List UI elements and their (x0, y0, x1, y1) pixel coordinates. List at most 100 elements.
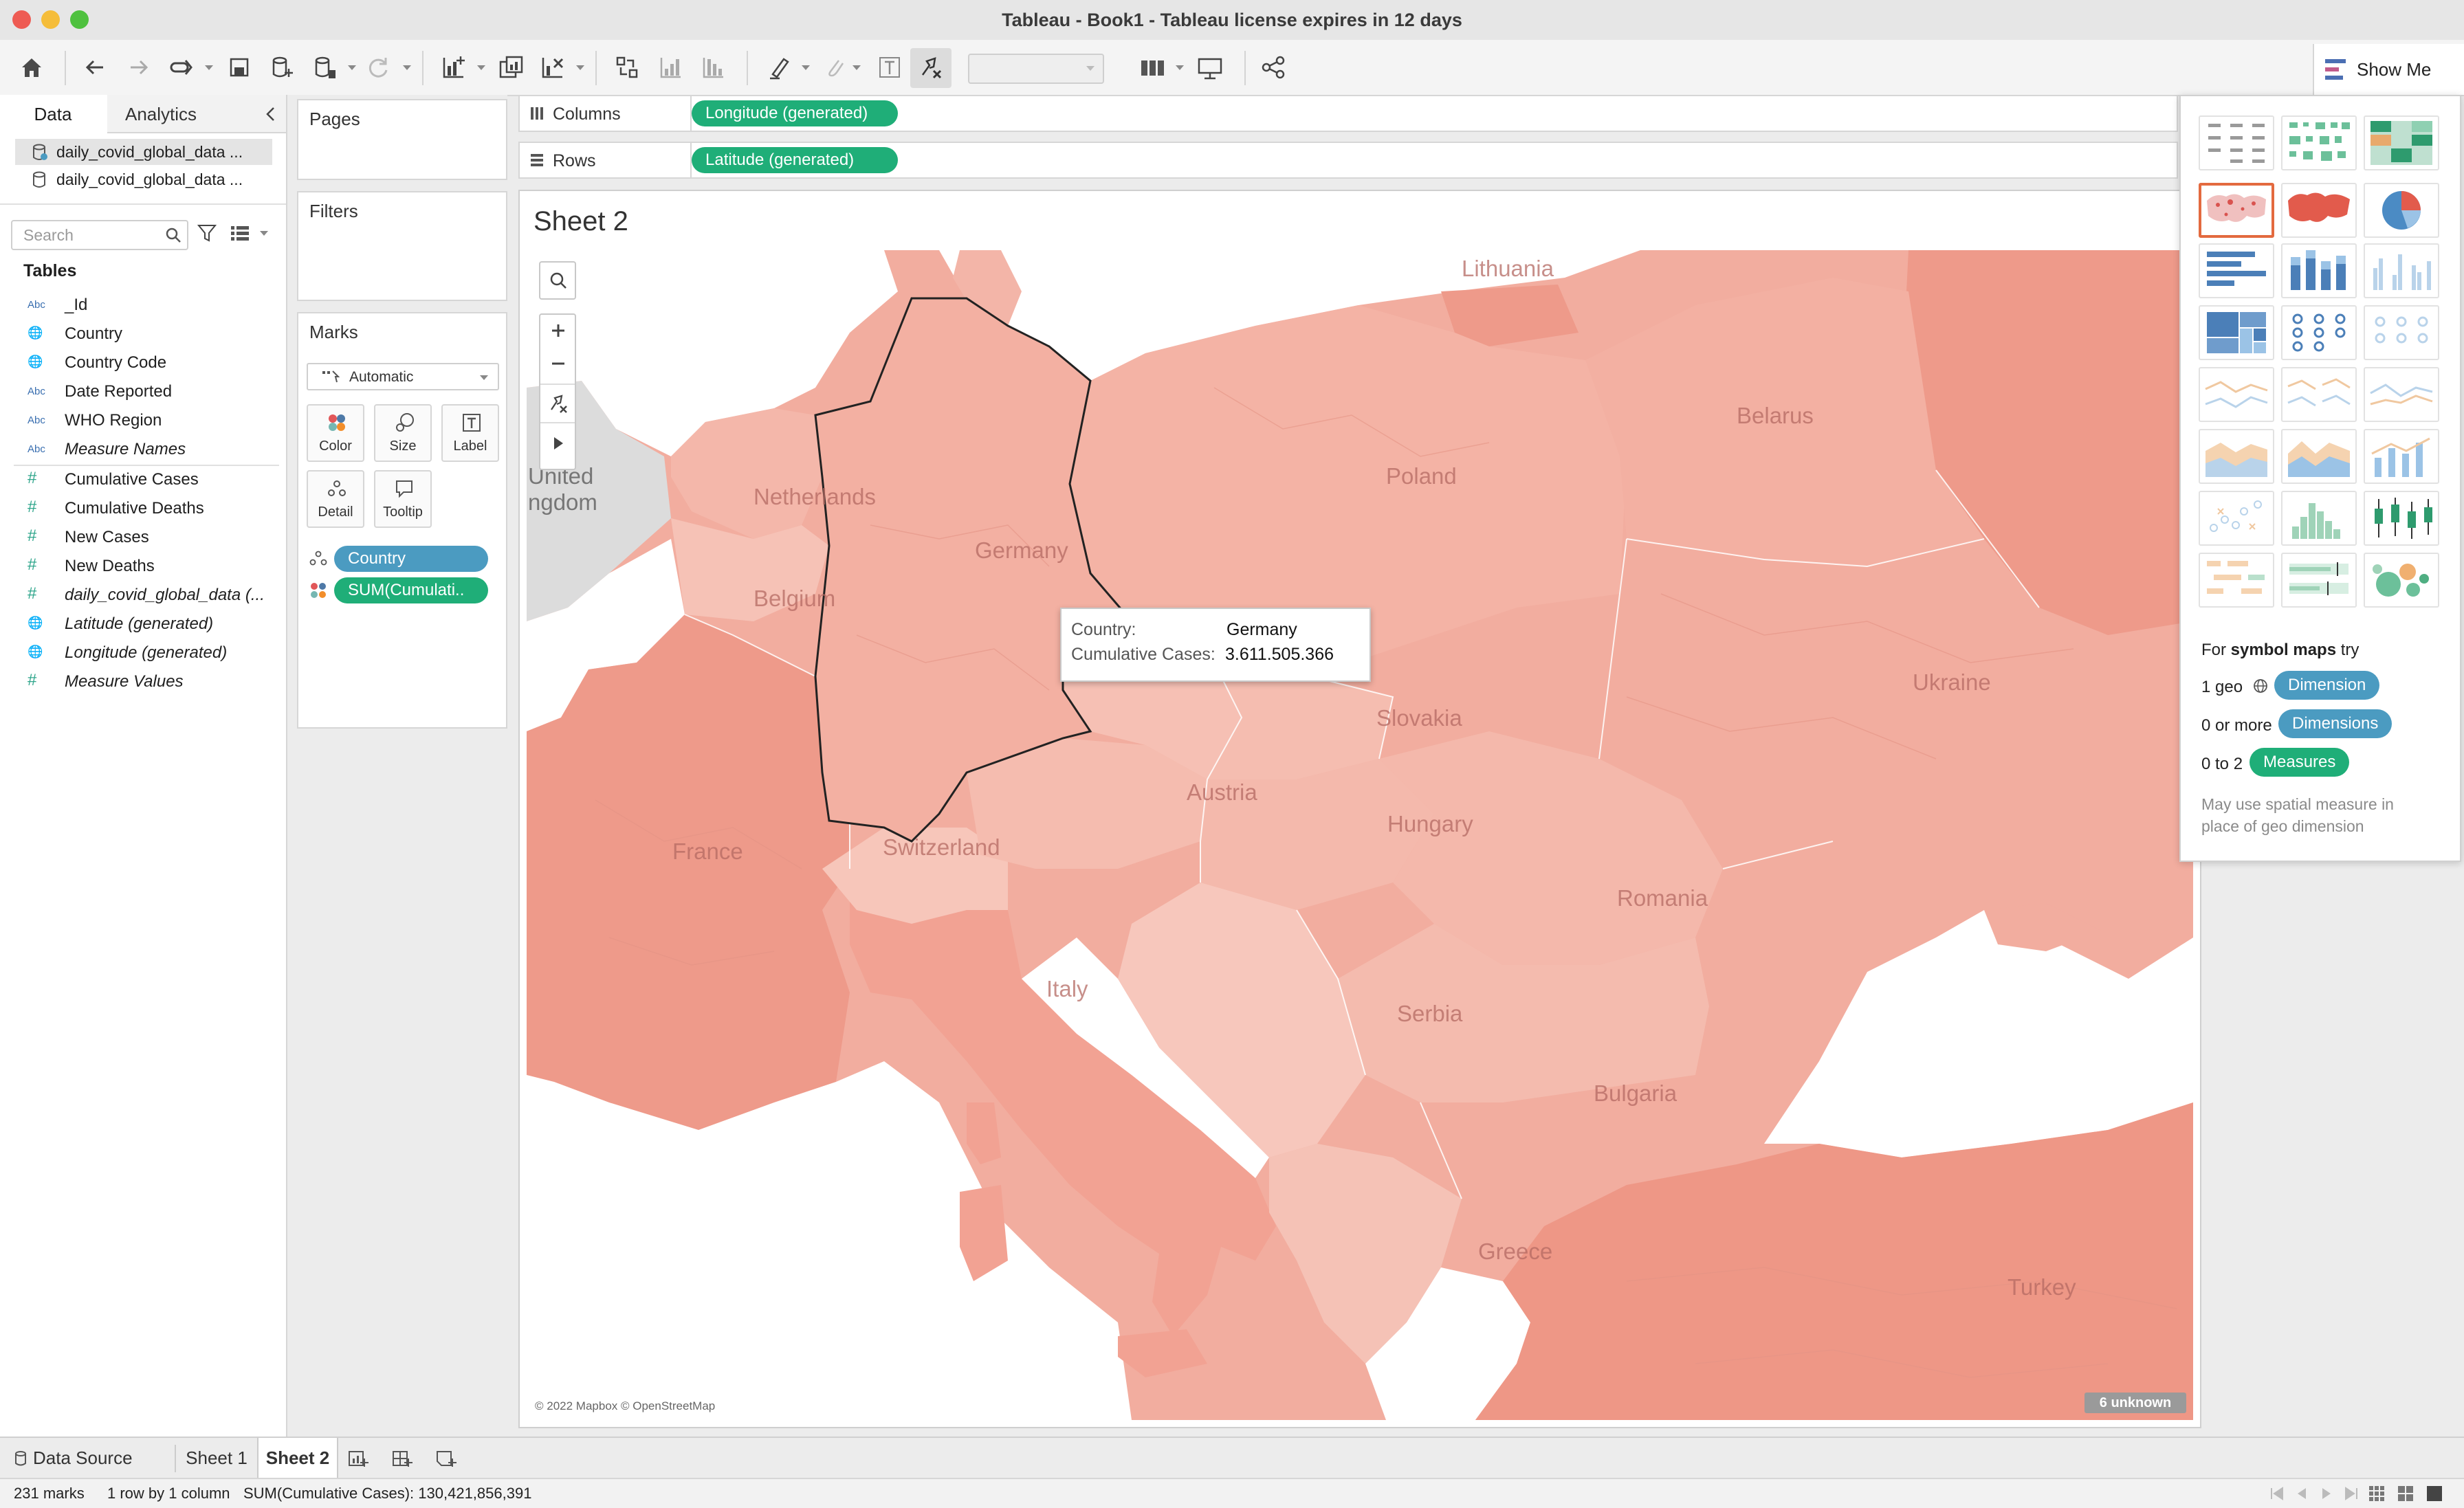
last-sheet-icon[interactable] (2343, 1486, 2360, 1501)
field-item[interactable]: Abc Date Reported (0, 378, 282, 406)
save-icon[interactable] (226, 54, 253, 81)
chart-type-lines-discrete[interactable] (2281, 367, 2357, 422)
map-attribution[interactable]: © 2022 Mapbox © OpenStreetMap (535, 1399, 715, 1413)
tooltip-button[interactable]: Tooltip (374, 470, 432, 528)
field-item[interactable]: # Cumulative Cases (0, 466, 282, 494)
field-item[interactable]: Abc Measure Names (0, 436, 282, 463)
chart-type-packed-bubbles[interactable] (2364, 553, 2439, 608)
label-button[interactable]: Label (441, 404, 499, 462)
longitude-pill[interactable]: Longitude (generated) (692, 100, 898, 126)
new-data-source-icon[interactable] (268, 54, 296, 81)
view-options-icon[interactable] (230, 224, 250, 242)
home-icon[interactable] (18, 54, 45, 81)
new-story-icon[interactable] (434, 1448, 456, 1470)
show-cards-icon[interactable] (1138, 54, 1166, 81)
chart-type-side-by-side-bars[interactable] (2364, 243, 2439, 298)
swap-rows-columns-icon[interactable] (613, 54, 641, 81)
pin-reset-icon[interactable] (547, 392, 569, 414)
size-button[interactable]: Size (374, 404, 432, 462)
expand-tools-icon[interactable] (551, 434, 566, 452)
unknown-indicator[interactable]: 6 unknown (2084, 1393, 2186, 1413)
chart-type-circle-view[interactable] (2281, 305, 2357, 360)
filter-icon[interactable] (197, 223, 217, 243)
chart-type-highlight-table[interactable] (2364, 115, 2439, 170)
tab-data-source[interactable]: Data Source (10, 1438, 175, 1478)
sort-ascending-icon[interactable] (657, 54, 685, 81)
field-item[interactable]: Abc WHO Region (0, 407, 282, 434)
highlight-icon[interactable] (766, 54, 793, 81)
share-icon[interactable] (1260, 54, 1287, 81)
data-source-item[interactable]: daily_covid_global_data ... (15, 139, 272, 165)
new-worksheet-icon[interactable] (346, 1448, 368, 1470)
pages-card[interactable]: Pages (297, 99, 507, 180)
chart-type-histogram[interactable] (2281, 491, 2357, 546)
chart-type-treemap[interactable] (2199, 305, 2274, 360)
chart-type-area-continuous[interactable] (2199, 429, 2274, 484)
field-item[interactable]: Abc _Id (0, 291, 282, 319)
country-detail-pill[interactable]: Country (334, 546, 488, 572)
chart-type-box-whisker[interactable] (2364, 491, 2439, 546)
first-sheet-icon[interactable] (2269, 1486, 2285, 1501)
show-tabs-icon[interactable] (2426, 1485, 2443, 1503)
redo-icon[interactable] (125, 54, 153, 81)
mark-type-dropdown[interactable]: Automatic (307, 363, 499, 390)
chart-type-horizontal-bars[interactable] (2199, 243, 2274, 298)
field-item[interactable]: # daily_covid_global_data (... (0, 581, 282, 609)
chart-type-bullet[interactable] (2281, 553, 2357, 608)
show-filmstrip-icon[interactable] (2368, 1485, 2386, 1503)
chart-type-dual-combination[interactable] (2364, 429, 2439, 484)
field-item[interactable]: # Cumulative Deaths (0, 495, 282, 522)
columns-shelf[interactable]: Columns Longitude (generated) (518, 95, 2178, 132)
field-item[interactable]: # Measure Values (0, 668, 282, 696)
sort-descending-icon[interactable] (700, 54, 727, 81)
zoom-out-icon[interactable] (549, 355, 567, 373)
fit-dropdown[interactable] (968, 54, 1104, 84)
latitude-pill[interactable]: Latitude (generated) (692, 147, 898, 173)
group-members-icon[interactable] (821, 54, 848, 81)
chart-type-filled-map[interactable] (2281, 183, 2357, 238)
undo-icon[interactable] (81, 54, 109, 81)
next-sheet-icon[interactable] (2318, 1486, 2335, 1501)
rows-shelf[interactable]: Rows Latitude (generated) (518, 142, 2178, 179)
collapse-pane-icon[interactable] (264, 106, 278, 122)
presentation-mode-icon[interactable] (1196, 54, 1224, 81)
forward-icon[interactable] (168, 54, 195, 81)
tab-sheet-2[interactable]: Sheet 2 (257, 1438, 338, 1478)
chart-type-gantt[interactable] (2199, 553, 2274, 608)
search-input[interactable]: Search (11, 220, 188, 250)
field-item[interactable]: 🌐 Country Code (0, 349, 282, 377)
refresh-icon[interactable] (364, 54, 392, 81)
field-item[interactable]: # New Deaths (0, 553, 282, 580)
new-worksheet-icon[interactable] (440, 54, 468, 81)
chart-type-stacked-bars[interactable] (2281, 243, 2357, 298)
sum-cases-color-pill[interactable]: SUM(Cumulati.. (334, 577, 488, 603)
chart-type-lines-continuous[interactable] (2199, 367, 2274, 422)
field-item[interactable]: 🌐 Latitude (generated) (0, 610, 282, 638)
tab-sheet-1[interactable]: Sheet 1 (179, 1438, 254, 1478)
chart-type-area-discrete[interactable] (2281, 429, 2357, 484)
chart-type-side-by-side-circles[interactable] (2364, 305, 2439, 360)
chart-type-symbol-map[interactable] (2199, 183, 2274, 238)
view-options-dropdown[interactable] (260, 231, 268, 236)
duplicate-sheet-icon[interactable] (498, 54, 525, 81)
filled-map[interactable]: Lithuania Belarus Poland Netherlands Ger… (527, 250, 2193, 1420)
chart-type-heat-map[interactable] (2281, 115, 2357, 170)
data-source-item[interactable]: daily_covid_global_data ... (15, 166, 272, 192)
show-mark-labels-icon[interactable] (876, 54, 903, 81)
chart-type-pie[interactable] (2364, 183, 2439, 238)
chart-type-text-table[interactable] (2199, 115, 2274, 170)
color-button[interactable]: Color (307, 404, 364, 462)
field-item[interactable]: 🌐 Country (0, 320, 282, 348)
filters-card[interactable]: Filters (297, 191, 507, 301)
fix-axes-toggle[interactable] (910, 48, 952, 88)
detail-button[interactable]: Detail (307, 470, 364, 528)
previous-sheet-icon[interactable] (2294, 1486, 2310, 1501)
field-item[interactable]: 🌐 Longitude (generated) (0, 639, 282, 667)
chart-type-scatter[interactable] (2199, 491, 2274, 546)
show-sheet-sorter-icon[interactable] (2397, 1485, 2414, 1503)
tab-analytics[interactable]: Analytics (107, 95, 286, 133)
clear-sheet-icon[interactable] (539, 54, 566, 81)
chart-type-dual-lines[interactable] (2364, 367, 2439, 422)
field-item[interactable]: # New Cases (0, 524, 282, 551)
tab-data[interactable]: Data (0, 95, 106, 136)
